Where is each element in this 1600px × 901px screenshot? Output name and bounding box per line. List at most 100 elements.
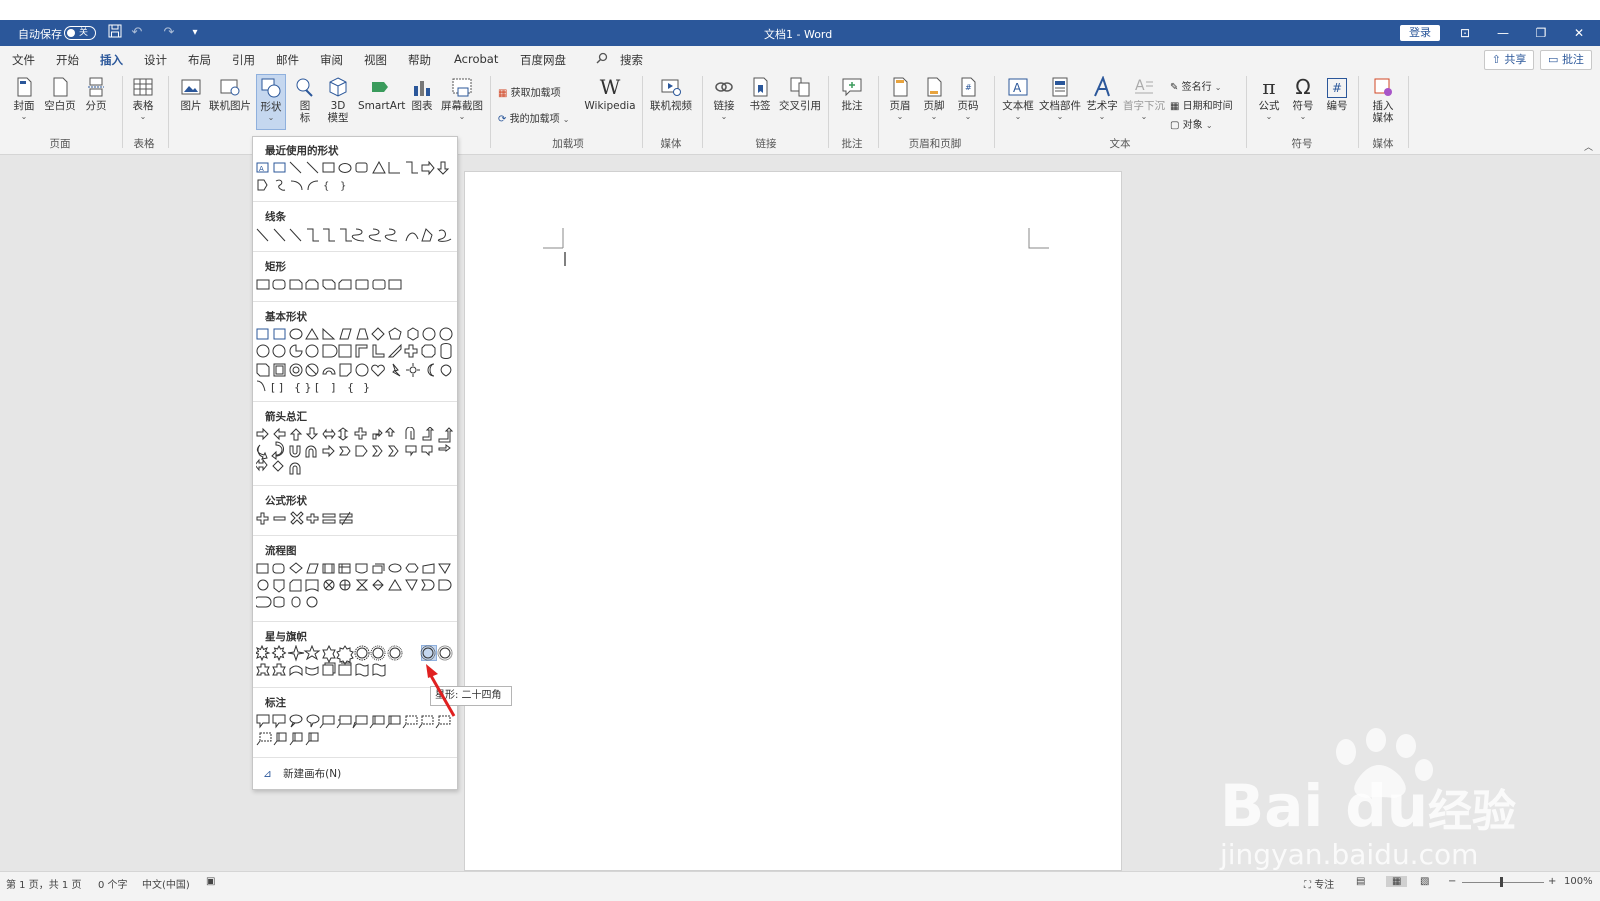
focus-button[interactable]: ⛶ 专注 — [1304, 876, 1334, 891]
equation-shapes-grid[interactable] — [256, 511, 456, 529]
online-picture-button[interactable]: 联机图片 — [208, 76, 252, 112]
3d-model-button[interactable]: 3D 模型 — [324, 76, 352, 124]
online-video-button[interactable]: 联机视频 — [648, 76, 694, 112]
tab-file[interactable]: 文件 — [12, 52, 35, 68]
new-canvas-button[interactable]: ⊿ 新建画布(N) — [263, 766, 341, 781]
tab-home[interactable]: 开始 — [56, 52, 79, 68]
page-number-button[interactable]: # 页码 ⌄ — [954, 76, 982, 122]
section-block-arrows: 箭头总汇 — [265, 411, 307, 423]
collapse-ribbon-icon[interactable]: ︿ — [1584, 140, 1593, 153]
document-page[interactable] — [464, 171, 1122, 871]
number-button[interactable]: # 编号 — [1322, 76, 1352, 112]
drop-cap-button[interactable]: A 首字下沉 ⌄ — [1122, 76, 1166, 122]
search-box[interactable]: 搜索 — [620, 52, 643, 68]
textbox-button[interactable]: A 文本框 ⌄ — [1002, 76, 1034, 122]
shapes-button[interactable]: 形状 ⌄ — [256, 74, 286, 130]
screenshot-button[interactable]: 屏幕截图 ⌄ — [440, 76, 484, 122]
header-button[interactable]: 页眉 ⌄ — [886, 76, 914, 122]
accessibility-icon[interactable]: ▣ — [206, 876, 215, 887]
print-layout-icon[interactable]: ▦ — [1386, 876, 1408, 887]
page-break-button[interactable]: 分页 — [82, 76, 110, 112]
wordart-button[interactable]: 艺术字 ⌄ — [1086, 75, 1118, 122]
flowchart-grid[interactable] — [256, 561, 456, 613]
svg-text:A: A — [1135, 78, 1145, 94]
zoom-level[interactable]: 100% — [1564, 876, 1593, 887]
zoom-slider-thumb[interactable] — [1500, 877, 1503, 887]
zoom-out-button[interactable]: − — [1448, 876, 1456, 887]
tab-view[interactable]: 视图 — [364, 52, 387, 68]
tab-baidu-netdisk[interactable]: 百度网盘 — [520, 52, 566, 68]
chart-button[interactable]: 图表 — [408, 76, 436, 112]
undo-icon[interactable]: ↶ — [128, 24, 146, 42]
language[interactable]: 中文(中国) — [142, 876, 190, 891]
redo-icon[interactable]: ↷ — [160, 24, 178, 42]
section-recent-shapes: 最近使用的形状 — [265, 145, 339, 157]
share-label: 共享 — [1504, 53, 1527, 66]
insert-media-button[interactable]: 插入 媒体 — [1366, 76, 1400, 124]
zoom-slider[interactable] — [1462, 882, 1544, 883]
object-button[interactable]: ▢ 对象 ⌄ — [1170, 116, 1213, 131]
cross-reference-button[interactable]: 交叉引用 — [778, 76, 822, 112]
tab-insert[interactable]: 插入 — [100, 52, 123, 74]
section-stars-banners: 星与旗帜 — [265, 631, 307, 643]
wikipedia-button[interactable]: W Wikipedia — [584, 76, 636, 112]
tab-help[interactable]: 帮助 — [408, 52, 431, 68]
section-equation-shapes: 公式形状 — [265, 495, 307, 507]
web-layout-icon[interactable]: ▧ — [1420, 876, 1429, 887]
page-count[interactable]: 第 1 页，共 1 页 — [6, 876, 81, 891]
tab-review[interactable]: 审阅 — [320, 52, 343, 68]
equation-button[interactable]: π 公式 ⌄ — [1254, 76, 1284, 122]
section-callouts: 标注 — [265, 697, 286, 709]
tab-acrobat[interactable]: Acrobat — [454, 52, 498, 66]
group-divider — [1408, 76, 1409, 148]
quick-parts-button[interactable]: 文档部件 ⌄ — [1038, 76, 1082, 122]
new-comment-button[interactable]: 批注 — [836, 76, 868, 112]
online-video-label: 联机视频 — [650, 100, 692, 112]
icons-button[interactable]: 图 标 — [292, 76, 318, 124]
table-button[interactable]: 表格 ⌄ — [128, 76, 158, 122]
ribbon-display-icon[interactable]: ⊡ — [1446, 20, 1484, 46]
minimize-button[interactable]: — — [1484, 20, 1522, 46]
svg-text:{ }: { } — [294, 381, 312, 394]
tab-layout[interactable]: 布局 — [188, 52, 211, 68]
autosave-toggle[interactable]: 关 — [64, 26, 96, 40]
read-mode-icon[interactable]: ▤ — [1356, 876, 1365, 887]
tab-design[interactable]: 设计 — [144, 52, 167, 68]
zoom-in-button[interactable]: + — [1548, 876, 1556, 887]
word-count[interactable]: 0 个字 — [98, 876, 128, 891]
comments-button[interactable]: ▭ 批注 — [1540, 50, 1592, 70]
customize-toolbar-icon[interactable]: ▾ — [186, 24, 204, 42]
my-addins-button[interactable]: ⟳ 我的加载项 ⌄ — [498, 110, 569, 125]
get-addins-button[interactable]: ▦ 获取加载项 — [498, 84, 561, 99]
focus-label: 专注 — [1314, 880, 1335, 891]
blank-page-button[interactable]: 空白页 — [44, 76, 76, 112]
lines-grid[interactable] — [256, 227, 456, 245]
date-time-button[interactable]: ▦ 日期和时间 — [1170, 97, 1233, 112]
save-icon[interactable] — [106, 24, 124, 42]
section-basic-shapes: 基本形状 — [265, 311, 307, 323]
3d-model-label-2: 模型 — [327, 112, 349, 124]
bookmark-button[interactable]: 书签 — [746, 76, 774, 112]
picture-button[interactable]: 图片 — [176, 76, 206, 112]
tab-references[interactable]: 引用 — [232, 52, 255, 68]
rectangles-grid[interactable] — [256, 277, 456, 293]
login-button[interactable]: 登录 — [1400, 25, 1440, 41]
chart-icon — [411, 76, 433, 98]
symbol-button[interactable]: Ω 符号 ⌄ — [1288, 76, 1318, 122]
share-button[interactable]: ⇧ 共享 — [1484, 50, 1534, 70]
restore-button[interactable]: ❐ — [1522, 20, 1560, 46]
link-button[interactable]: 链接 ⌄ — [710, 76, 738, 122]
footer-button[interactable]: 页脚 ⌄ — [920, 76, 948, 122]
smartart-button[interactable]: SmartArt — [358, 76, 405, 112]
recent-shapes-grid[interactable]: A { } — [256, 161, 456, 195]
search-icon[interactable] — [596, 52, 608, 67]
block-arrows-grid[interactable] — [256, 427, 456, 479]
divider — [253, 621, 457, 622]
basic-shapes-grid[interactable]: [ ] { } [ ] { } — [256, 327, 456, 395]
signature-line-button[interactable]: ✎ 签名行 ⌄ — [1170, 78, 1221, 93]
date-time-label: 日期和时间 — [1182, 101, 1233, 112]
close-button[interactable]: ✕ — [1560, 20, 1598, 46]
wikipedia-label: Wikipedia — [584, 100, 636, 112]
cover-page-button[interactable]: 封面 ⌄ — [10, 76, 38, 122]
tab-mailings[interactable]: 邮件 — [276, 52, 299, 68]
